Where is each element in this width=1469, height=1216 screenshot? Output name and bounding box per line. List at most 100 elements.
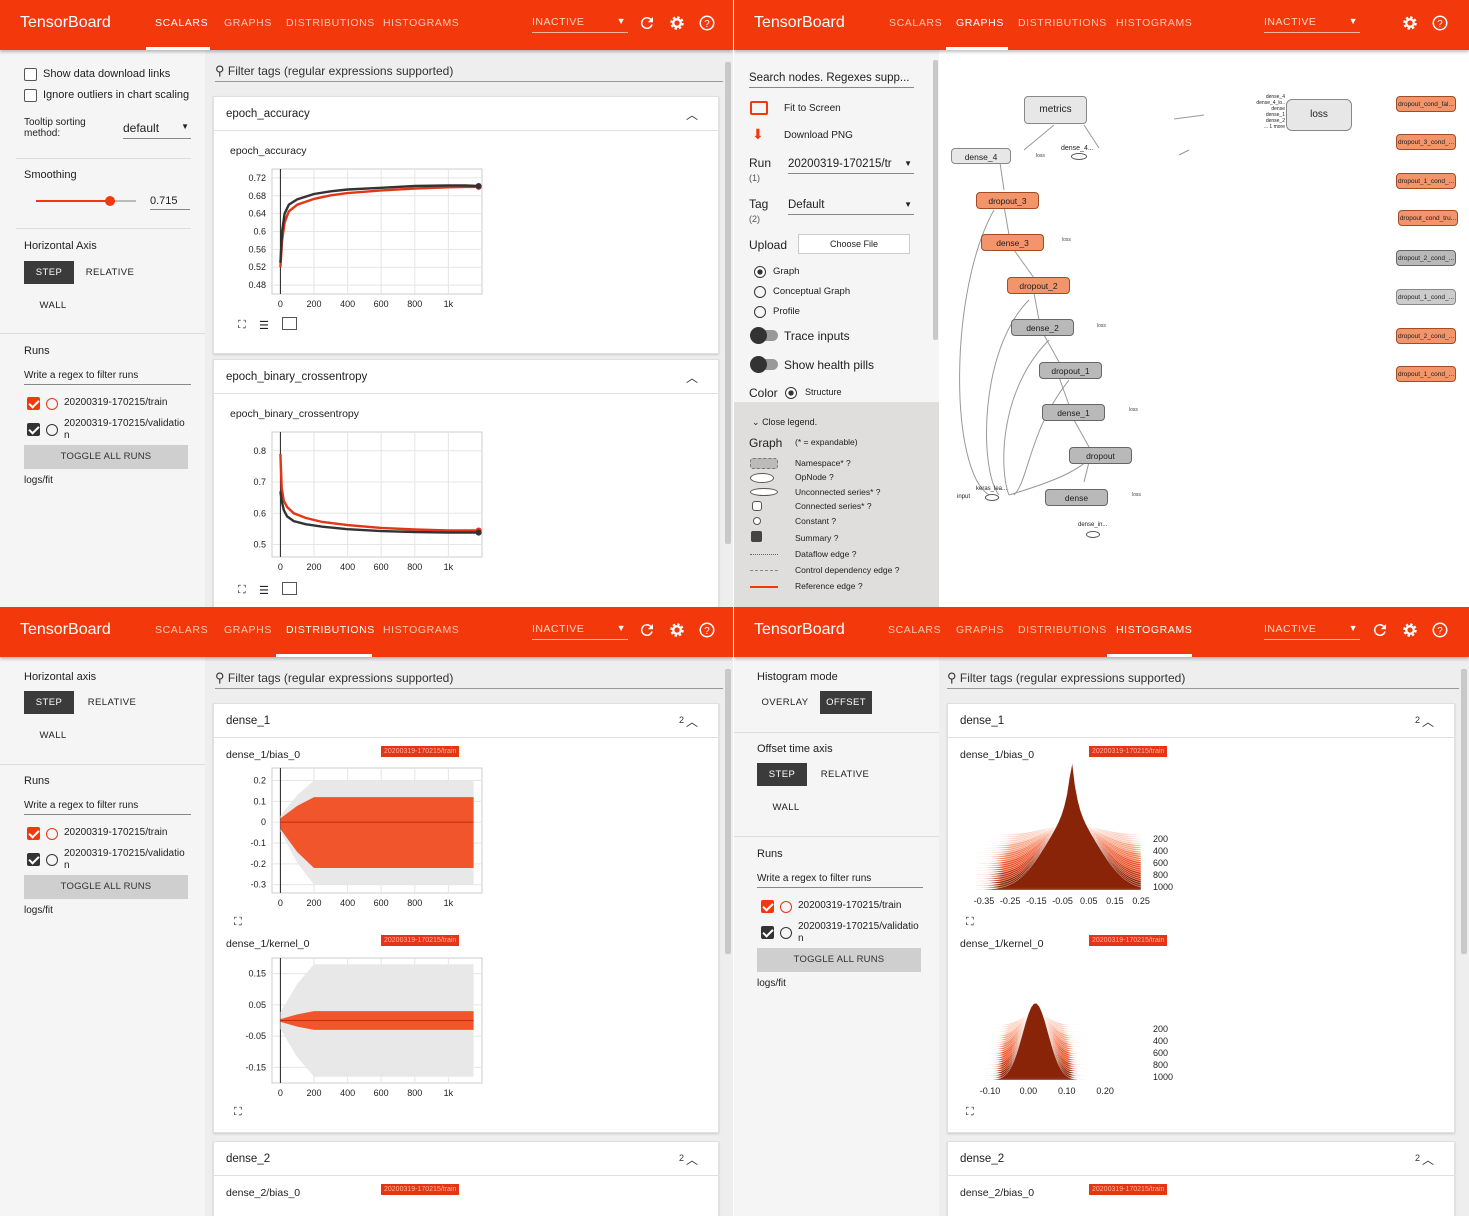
tab-histograms[interactable]: HISTOGRAMS	[1116, 17, 1192, 29]
tab-scalars[interactable]: SCALARS	[888, 624, 941, 636]
mode-conceptual-radio[interactable]	[754, 286, 766, 298]
node-metrics[interactable]: metrics	[1024, 96, 1087, 124]
run-validation-checkbox[interactable]	[761, 926, 774, 939]
relative-button[interactable]: RELATIVE	[80, 261, 140, 284]
run-validation-checkbox[interactable]	[27, 423, 40, 436]
legend-reference[interactable]: Reference edge ?	[795, 581, 863, 591]
show-download-checkbox[interactable]	[24, 68, 37, 81]
side-node[interactable]: dropout_1_cond_...	[1396, 173, 1456, 189]
mode-profile-radio[interactable]	[754, 306, 766, 318]
runs-filter-input[interactable]: Write a regex to filter runs	[24, 798, 191, 815]
runs-filter-input[interactable]: Write a regex to filter runs	[24, 368, 191, 385]
legend-connected[interactable]: Connected series* ?	[795, 501, 872, 511]
search-nodes-input[interactable]: Search nodes. Regexes supp...	[749, 70, 914, 88]
smoothing-slider[interactable]	[36, 196, 136, 206]
wall-button[interactable]: WALL	[24, 294, 82, 317]
color-structure-radio[interactable]	[785, 387, 797, 399]
settings-icon[interactable]	[1401, 621, 1419, 639]
fullscreen-icon[interactable]: ⛶	[966, 916, 974, 929]
tab-distributions[interactable]: DISTRIBUTIONS	[286, 624, 375, 636]
filter-tags-input[interactable]: ⚲ Filter tags (regular expressions suppo…	[215, 63, 723, 82]
kernel-distribution-chart[interactable]: 0 200 400 600 800 1k 0.15 0.05 -0.05 -0.15	[214, 952, 494, 1102]
card-header[interactable]: epoch_binary_crossentropy ︿	[214, 360, 718, 394]
run-validation-color-circle[interactable]	[780, 927, 792, 939]
fullscreen-icon[interactable]: ⛶	[234, 1106, 242, 1119]
fit-domain-icon[interactable]	[282, 317, 297, 330]
tab-scalars[interactable]: SCALARS	[155, 624, 208, 636]
controls-scrollbar[interactable]	[933, 60, 938, 340]
fullscreen-icon[interactable]: ⛶	[234, 916, 242, 929]
legend-dataflow[interactable]: Dataflow edge ?	[795, 549, 856, 559]
step-button[interactable]: STEP	[24, 691, 74, 714]
trace-inputs-toggle[interactable]	[750, 327, 778, 344]
help-icon[interactable]: ?	[698, 621, 716, 639]
chevron-up-icon[interactable]: ︿	[686, 1151, 698, 1168]
help-icon[interactable]: ?	[698, 14, 716, 32]
card-header[interactable]: dense_1 2 ︿	[948, 704, 1454, 738]
toggle-all-runs-button[interactable]: TOGGLE ALL RUNS	[24, 875, 188, 899]
run-validation-checkbox[interactable]	[27, 853, 40, 866]
wall-button[interactable]: WALL	[757, 796, 815, 819]
node-dropout-3[interactable]: dropout_3	[976, 192, 1039, 209]
inactive-dropdown[interactable]: INACTIVE ▼	[1264, 623, 1360, 640]
fit-screen-button[interactable]: Fit to Screen	[784, 103, 841, 114]
slider-handle[interactable]	[105, 196, 115, 206]
tab-graphs[interactable]: GRAPHS	[224, 17, 272, 29]
step-button[interactable]: STEP	[757, 763, 807, 786]
node-dropout-2[interactable]: dropout_2	[1007, 277, 1070, 294]
smoothing-input[interactable]: 0.715	[150, 191, 190, 210]
node-dense-4b[interactable]: dense_4...	[1061, 145, 1094, 152]
tab-scalars[interactable]: SCALARS	[889, 17, 942, 29]
filter-tags-input[interactable]: ⚲ Filter tags (regular expressions suppo…	[947, 670, 1459, 689]
main-scrollbar[interactable]	[725, 62, 731, 544]
kernel-histogram-chart[interactable]: 200 400 600 800 1000 -0.10 0.00 0.10 0.20	[948, 952, 1228, 1102]
legend-control[interactable]: Control dependency edge ?	[795, 565, 899, 575]
side-node[interactable]: dropout_1_cond_...	[1396, 366, 1456, 382]
chevron-up-icon[interactable]: ︿	[1422, 1151, 1434, 1168]
settings-icon[interactable]	[1401, 14, 1419, 32]
toggle-all-runs-button[interactable]: TOGGLE ALL RUNS	[24, 445, 188, 469]
settings-icon[interactable]	[668, 14, 686, 32]
card-header[interactable]: epoch_accuracy ︿	[214, 97, 718, 131]
node-loss[interactable]: loss	[1286, 99, 1352, 131]
run-select[interactable]: 20200319-170215/tr ▼	[788, 156, 914, 174]
chevron-up-icon[interactable]: ︿	[686, 106, 698, 123]
run-validation-color-circle[interactable]	[46, 424, 58, 436]
run-train-checkbox[interactable]	[27, 827, 40, 840]
relative-button[interactable]: RELATIVE	[82, 691, 142, 714]
inactive-dropdown[interactable]: INACTIVE ▼	[532, 16, 628, 33]
fit-domain-icon[interactable]	[282, 582, 297, 595]
accuracy-chart[interactable]: 0 200 400 600 800 1k 0.72 0.68 0.64 0.6 0.56 0.52 0.…	[214, 161, 514, 316]
ignore-outliers-checkbox[interactable]	[24, 89, 37, 102]
tab-graphs[interactable]: GRAPHS	[956, 624, 1004, 636]
node-dense-1[interactable]: dense_1	[1042, 404, 1105, 421]
inactive-dropdown[interactable]: INACTIVE ▼	[1264, 16, 1360, 33]
run-train-color-circle[interactable]	[780, 901, 792, 913]
run-train-color-circle[interactable]	[46, 828, 58, 840]
fullscreen-icon[interactable]: ⛶	[238, 584, 246, 597]
run-train-color-circle[interactable]	[46, 398, 58, 410]
download-png-button[interactable]: Download PNG	[784, 130, 853, 141]
relative-button[interactable]: RELATIVE	[814, 763, 876, 786]
tab-graphs[interactable]: GRAPHS	[956, 17, 1004, 29]
fullscreen-icon[interactable]: ⛶	[238, 319, 246, 332]
legend-opnode[interactable]: OpNode ?	[795, 472, 834, 482]
node-input[interactable]: input	[957, 494, 970, 500]
bias-histogram-chart[interactable]: 200 400 600 800 1000 -0.35 -0.25 -0.15 -0.05 0.05…	[948, 762, 1228, 912]
tab-histograms[interactable]: HISTOGRAMS	[1116, 624, 1192, 636]
data-table-icon[interactable]: ☰	[259, 584, 269, 597]
legend-summary[interactable]: Summary ?	[795, 533, 838, 543]
choose-file-button[interactable]: Choose File	[798, 234, 910, 254]
side-node[interactable]: dropout_3_cond_...	[1396, 134, 1456, 150]
side-node[interactable]: dropout_cond_tru...	[1398, 210, 1458, 226]
node-dense[interactable]: dense	[1045, 489, 1108, 506]
run-train-checkbox[interactable]	[27, 397, 40, 410]
node-dropout-1[interactable]: dropout_1	[1039, 362, 1102, 379]
reload-icon[interactable]	[638, 621, 656, 639]
bias-distribution-chart[interactable]: 0 200 400 600 800 1k 0.2 0.1 0 -0.1 -0.2 -0.3	[214, 762, 494, 912]
chevron-up-icon[interactable]: ︿	[686, 369, 698, 386]
node-dense-in[interactable]: dense_in...	[1078, 522, 1107, 528]
side-node[interactable]: dropout_2_cond_...	[1396, 328, 1456, 344]
tab-distributions[interactable]: DISTRIBUTIONS	[1018, 624, 1107, 636]
side-node[interactable]: dropout_cond_fal...	[1396, 96, 1456, 112]
